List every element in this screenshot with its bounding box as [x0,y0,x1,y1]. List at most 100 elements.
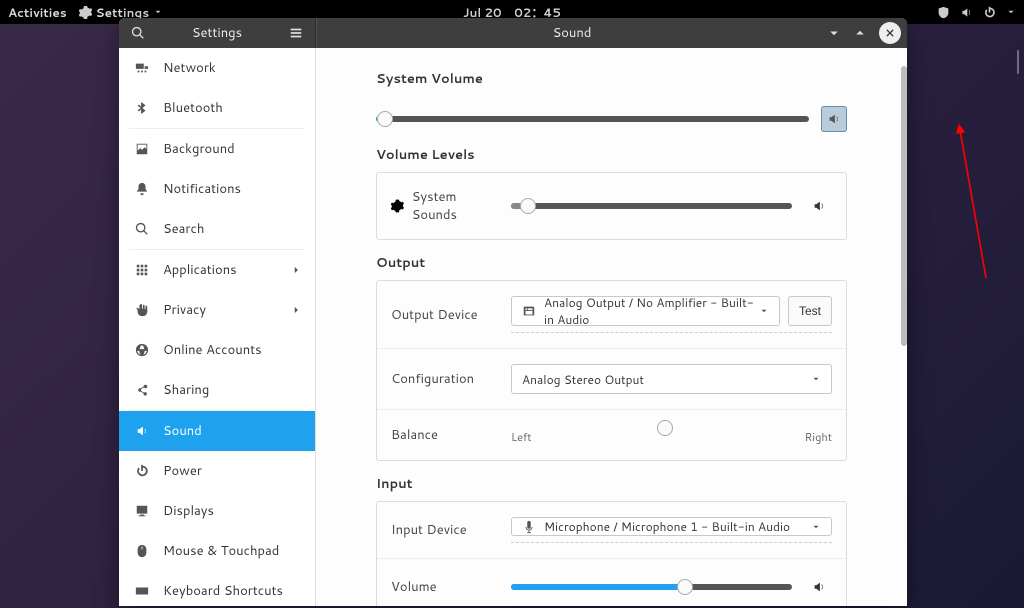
input-volume-label: Volume [391,578,497,596]
sidebar-item-label: Network [163,59,216,77]
volume-icon [812,580,826,594]
sidebar-item-bluetooth[interactable]: Bluetooth [119,88,315,128]
sidebar-item-online[interactable]: Online Accounts [119,330,315,370]
hand-icon [135,303,149,317]
output-device-combo[interactable]: Analog Output / No Amplifier - Built-in … [511,296,780,326]
sidebar-item-notifications[interactable]: Notifications [119,169,315,209]
input-volume-mute-button[interactable] [806,574,832,600]
window-minimize-button[interactable] [821,21,847,45]
menu-icon [289,26,303,40]
chevron-down-icon [828,27,840,39]
volume-icon [827,112,841,126]
settings-content: System Volume Volume Levels System Sound… [316,48,907,606]
system-volume-title: System Volume [376,70,847,88]
output-test-button[interactable]: Test [788,296,832,326]
sidebar-item-label: Bluetooth [163,99,223,117]
sidebar-item-label: Keyboard Shortcuts [163,582,283,600]
system-menu-caret-icon[interactable] [1006,7,1016,17]
caret-down-icon [811,522,821,532]
gear-icon [391,199,404,213]
volume-icon [812,199,826,213]
keyboard-icon [135,584,149,598]
settings-sidebar[interactable]: Network Bluetooth Background Notifications S… [119,48,316,606]
sound-icon [135,424,149,438]
sidebar-item-network[interactable]: Network [119,48,315,88]
sidebar-item-sharing[interactable]: Sharing [119,370,315,410]
sidebar-item-label: Notifications [163,180,241,198]
settings-window: Settings Sound Network Bluetooth Backgroun… [119,18,907,606]
bg-icon [135,142,149,156]
configuration-label: Configuration [391,370,497,388]
sidebar-item-label: Privacy [163,301,206,319]
window-close-button[interactable] [879,22,901,44]
system-volume-mute-button[interactable] [821,106,847,132]
content-scrollbar[interactable] [901,66,907,600]
close-icon [885,28,895,38]
input-title: Input [376,475,847,493]
volume-levels-panel: System Sounds [376,172,847,240]
sidebar-item-applications[interactable]: Applications [119,250,315,290]
sidebar-item-label: Displays [163,502,214,520]
page-title: Sound [323,24,821,42]
desktop-scrollbar [1015,50,1021,604]
output-panel: Output Device Analog Output / No Amplifi… [376,280,847,461]
sound-card-icon [522,304,536,318]
sidebar-item-sound[interactable]: Sound [119,411,315,451]
balance-left-label: Left [511,429,532,445]
sidebar-item-label: Mouse & Touchpad [163,542,279,560]
sidebar-item-label: Background [163,140,235,158]
system-sounds-mute-button[interactable] [806,193,832,219]
volume-levels-title: Volume Levels [376,146,847,164]
display-icon [135,504,149,518]
power-icon [135,464,149,478]
microphone-icon [522,520,536,534]
bell-icon [135,182,149,196]
headerbar: Settings Sound [119,18,907,48]
balance-right-label: Right [805,429,832,445]
sidebar-item-keyboard[interactable]: Keyboard Shortcuts [119,571,315,606]
apps-icon [135,263,149,277]
online-icon [135,343,149,357]
sidebar-item-label: Search [163,220,204,238]
caret-down-icon [759,306,769,316]
net-icon [135,61,149,75]
configuration-combo[interactable]: Analog Stereo Output [511,364,832,394]
power-icon[interactable] [983,6,996,19]
sidebar-item-mouse[interactable]: Mouse & Touchpad [119,531,315,571]
volume-icon[interactable] [960,6,973,19]
output-title: Output [376,254,847,272]
sidebar-item-search[interactable]: Search [119,209,315,249]
sidebar-item-displays[interactable]: Displays [119,491,315,531]
sidebar-item-label: Online Accounts [163,341,262,359]
hamburger-button[interactable] [283,21,309,45]
search-button[interactable] [125,21,151,45]
mouse-icon [135,544,149,558]
input-volume-slider[interactable] [511,584,792,590]
system-sounds-slider[interactable] [511,203,792,209]
shield-icon[interactable] [937,6,950,19]
sidebar-title: Settings [151,24,283,42]
output-device-label: Output Device [391,306,497,324]
search-icon [135,222,149,236]
system-sounds-label: System Sounds [391,188,497,224]
sidebar-item-privacy[interactable]: Privacy [119,290,315,330]
sidebar-item-label: Sharing [163,381,209,399]
chevron-up-icon [854,27,866,39]
chevron-right-icon [291,265,301,275]
gear-icon [79,6,92,19]
input-device-combo[interactable]: Microphone / Microphone 1 - Built-in Aud… [511,517,832,536]
caret-down-icon [153,7,163,17]
input-device-label: Input Device [391,521,497,539]
sidebar-item-power[interactable]: Power [119,451,315,491]
bt-icon [135,101,149,115]
balance-label: Balance [391,426,497,444]
system-volume-slider[interactable] [376,116,809,122]
chevron-right-icon [291,305,301,315]
caret-down-icon [811,374,821,384]
sidebar-item-background[interactable]: Background [119,129,315,169]
sidebar-item-label: Applications [163,261,237,279]
sidebar-item-label: Power [163,462,202,480]
window-maximize-button[interactable] [847,21,873,45]
activities-button[interactable]: Activities [8,4,67,21]
search-icon [131,26,145,40]
